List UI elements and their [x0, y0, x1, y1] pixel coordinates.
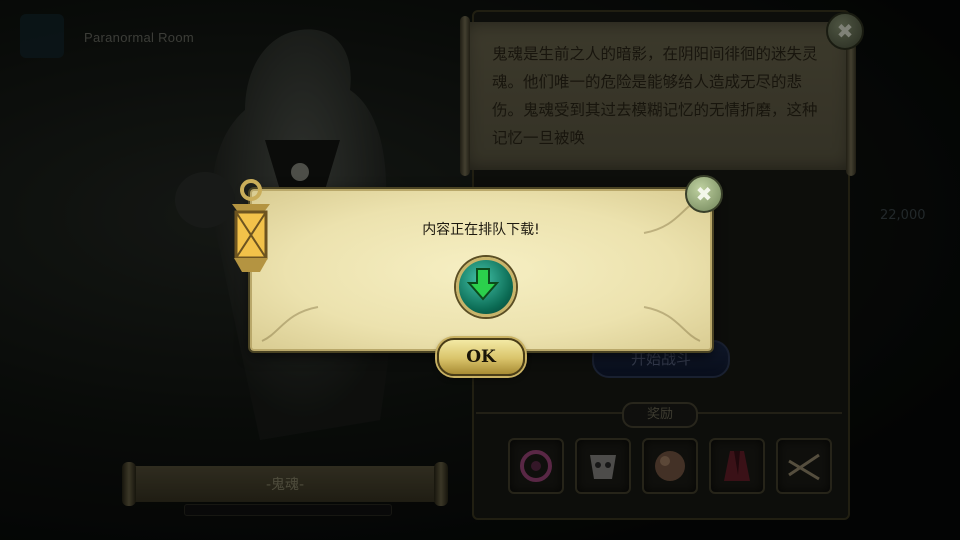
corner-ornament [643, 306, 701, 342]
dialog-message: 内容正在排队下载! [422, 222, 540, 238]
lantern-icon [232, 179, 270, 272]
download-dialog: 内容正在排队下载! [250, 189, 712, 351]
corner-ornament [261, 306, 319, 342]
ok-button[interactable]: OK [437, 338, 525, 376]
download-icon [456, 257, 516, 317]
close-dialog-button[interactable]: ✖ [685, 175, 723, 213]
